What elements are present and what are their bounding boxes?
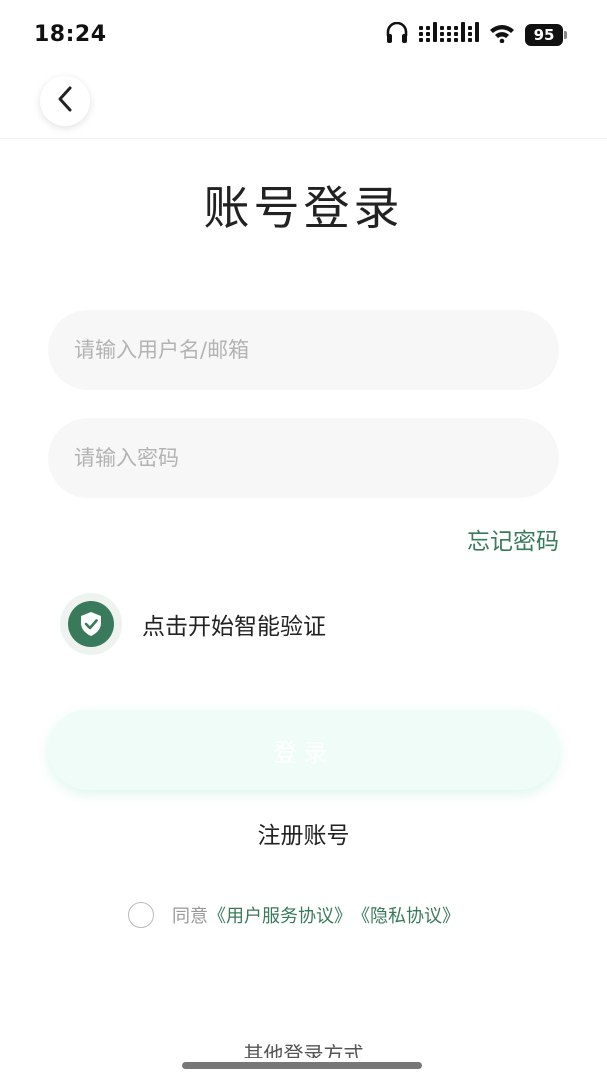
login-button[interactable]: 登录: [48, 710, 559, 790]
password-input[interactable]: [48, 418, 559, 498]
user-agreement-link[interactable]: 《用户服务协议》: [208, 902, 352, 928]
nav-bar: [0, 70, 607, 139]
wifi-icon: [489, 23, 515, 47]
headphones-icon: [385, 21, 409, 48]
agreement-checkbox[interactable]: [128, 902, 154, 928]
agreement-row: 同意 《用户服务协议》 《隐私协议》: [128, 900, 460, 930]
status-icons: 95: [385, 21, 567, 48]
verify-label: 点击开始智能验证: [142, 614, 326, 640]
status-bar: 18:24 95: [0, 0, 607, 70]
register-link: 注册账号: [0, 816, 607, 850]
register-account-link[interactable]: 注册账号: [258, 823, 350, 849]
forgot-password-link[interactable]: 忘记密码: [467, 522, 559, 556]
agreement-prefix: 同意: [172, 906, 208, 927]
status-time: 18:24: [34, 22, 107, 47]
other-login-label: 其他登录方式: [243, 1042, 364, 1058]
smart-verify-button[interactable]: 点击开始智能验证: [60, 592, 326, 656]
login-screen: 18:24 95 账号登录 请输入用户名/邮箱 忘记密码 点击开始智能验证 登录…: [0, 0, 607, 1080]
username-input[interactable]: [48, 310, 559, 390]
verify-icon-ring: [60, 593, 122, 655]
password-field[interactable]: [48, 418, 559, 498]
battery-icon: 95: [525, 24, 567, 46]
page-title: 账号登录: [203, 181, 404, 235]
battery-level: 95: [525, 24, 563, 46]
privacy-policy-link[interactable]: 《隐私协议》: [352, 902, 460, 928]
back-button[interactable]: [40, 76, 90, 126]
username-field[interactable]: [48, 310, 559, 390]
signal-icon: [419, 22, 479, 48]
home-indicator: [182, 1062, 422, 1069]
shield-check-icon: [68, 601, 114, 647]
chevron-left-icon: [55, 85, 75, 117]
